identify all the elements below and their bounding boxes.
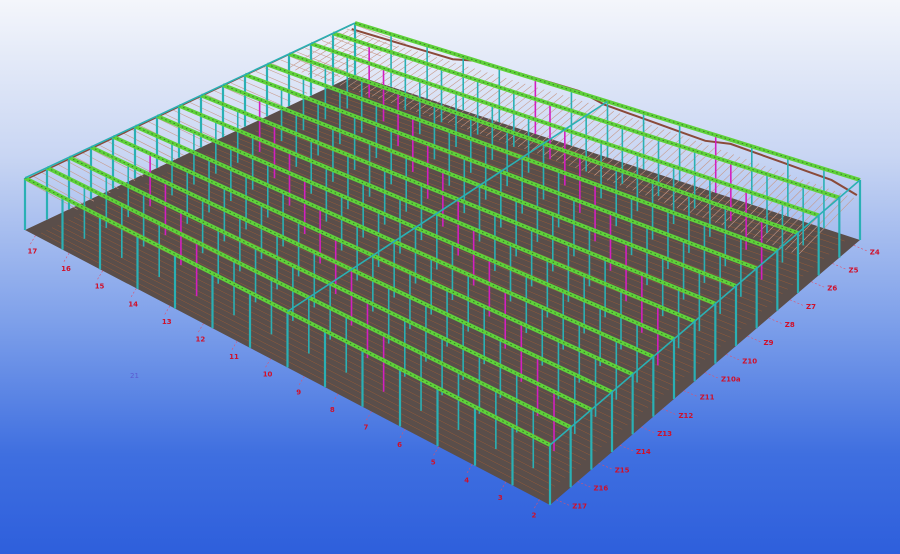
grid-label-left: 4 [464,476,469,484]
grid-line [130,288,137,299]
grid-label-right: Z17 [572,503,587,511]
grid-line [163,305,171,317]
grid-line [577,481,592,488]
grid-label-left: 3 [498,494,503,502]
grid-line [62,252,70,264]
grid-line [789,299,805,307]
grid-label-left: 15 [95,283,105,291]
grid-line [726,354,741,361]
grid-line [432,446,439,457]
grid-label-left: 13 [162,318,172,326]
grid-line [230,340,238,352]
grid-line [365,411,372,422]
grid-line [398,428,406,440]
roof-purlin [33,175,86,206]
grid-label-left: 2 [532,512,537,520]
roof-purlin [354,24,406,44]
roof-purlin [66,160,119,190]
grid-label-left: 17 [28,248,38,256]
grid-line [96,270,103,281]
grid-line [768,317,783,325]
grid-label-right: Z10a [721,376,741,384]
grid-label-right: Z4 [870,248,880,256]
grid-line [832,263,847,270]
grid-label-left: 9 [296,388,301,396]
grid-line [264,358,271,369]
grid-label-right: Z7 [806,303,816,311]
grid-line [533,499,540,510]
grid-line [331,393,339,405]
stray-label: 21 [130,372,139,380]
grid-label-right: Z14 [636,448,651,456]
grid-line [747,335,762,343]
grid-line [662,408,677,416]
grid-label-left: 12 [196,336,206,344]
grid-line [499,481,507,493]
grid-label-left: 6 [397,441,402,449]
grid-line [598,463,613,470]
grid-label-left: 7 [364,424,369,432]
grid-line [641,426,656,434]
grid-line [556,499,571,506]
grid-line [683,390,698,397]
grid-line [197,323,204,334]
grid-label-left: 8 [330,406,335,414]
grid-line [704,372,720,379]
grid-label-right: Z15 [615,466,630,474]
grid-line [811,281,826,288]
grid-label-left: 14 [128,300,138,308]
grid-label-right: Z12 [678,412,693,420]
grid-line [298,376,305,387]
structural-model-3d-view[interactable]: 17 16 15 14 13 12 11 10 9 8 7 6 5 4 3 2 Z4 Z5 Z6 Z7 Z8 Z9 Z10… [0,0,900,554]
grid-label-right: Z9 [764,339,774,347]
grid-label-right: Z8 [785,321,795,329]
grid-label-right: Z5 [849,266,859,274]
model-viewport[interactable]: 17 16 15 14 13 12 11 10 9 8 7 6 5 4 3 2 Z4 Z5 Z6 Z7 Z8 Z9 Z10… [0,0,900,554]
grid-label-right: Z10 [742,357,757,365]
grid-label-left: 5 [431,459,436,467]
grid-line [853,245,868,252]
grid-label-left: 16 [61,265,71,273]
grid-label-right: Z11 [700,394,715,402]
grid-line [29,235,36,246]
grid-label-right: Z16 [593,485,608,493]
grid-line [619,444,635,452]
grid-label-left: 11 [229,353,239,361]
grid-label-right: Z6 [827,285,837,293]
grid-label-right: Z13 [657,430,672,438]
grid-label-left: 10 [263,371,273,379]
grid-line [466,464,473,475]
